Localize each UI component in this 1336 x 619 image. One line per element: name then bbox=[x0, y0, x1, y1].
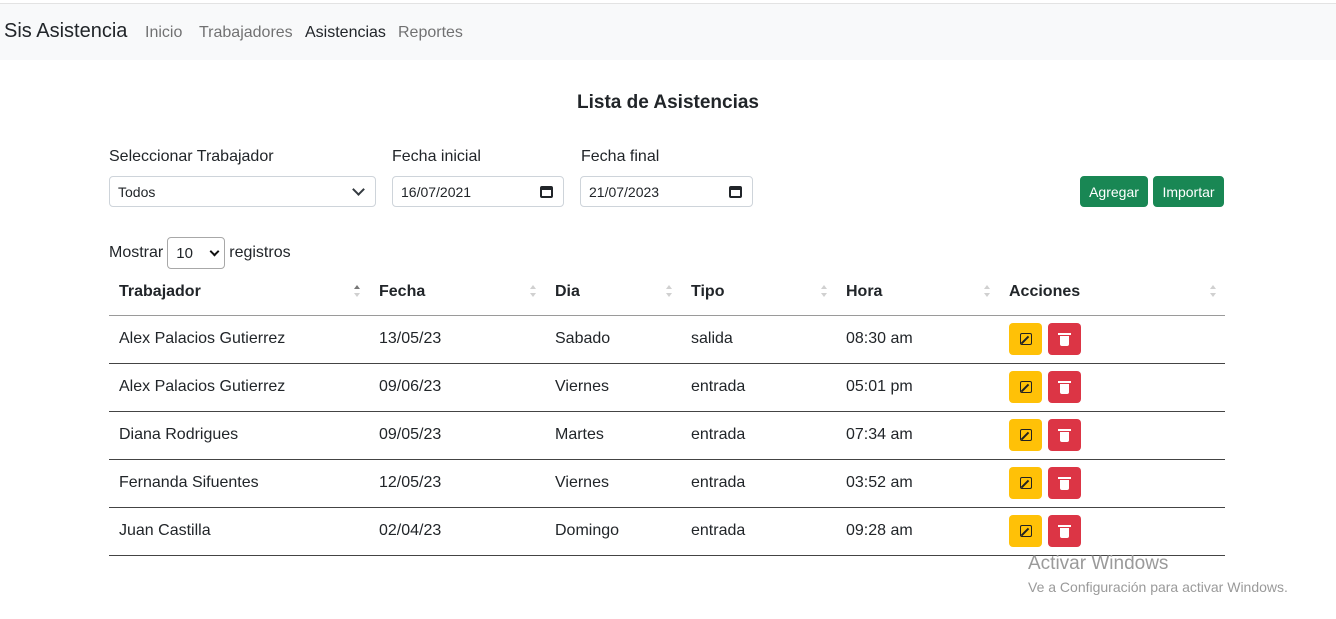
page-length-value: 10 bbox=[176, 244, 193, 262]
cell-tipo: entrada bbox=[681, 411, 836, 460]
page-title: Lista de Asistencias bbox=[577, 92, 759, 113]
cell-fecha: 12/05/23 bbox=[369, 459, 545, 508]
delete-button[interactable] bbox=[1048, 371, 1081, 403]
delete-button[interactable] bbox=[1048, 515, 1081, 547]
start-date-input[interactable]: 16/07/2021 bbox=[392, 176, 564, 207]
sort-icon bbox=[354, 285, 360, 299]
sort-icon bbox=[1210, 285, 1216, 299]
watermark-title: Activar Windows bbox=[1028, 553, 1169, 574]
edit-button[interactable] bbox=[1009, 419, 1042, 451]
cell-dia: Viernes bbox=[545, 363, 681, 412]
end-date-label: Fecha final bbox=[581, 148, 660, 165]
table-row: Juan Castilla 02/04/23 Domingo entrada 0… bbox=[109, 507, 1225, 556]
end-date-value: 21/07/2023 bbox=[589, 183, 660, 200]
nav-link-asistencias[interactable]: Asistencias bbox=[305, 24, 386, 42]
length-menu: Mostrar 10 registros bbox=[109, 237, 291, 269]
delete-button[interactable] bbox=[1048, 323, 1081, 355]
column-header-hora[interactable]: Hora bbox=[836, 270, 999, 316]
cell-dia: Viernes bbox=[545, 459, 681, 508]
edit-icon bbox=[1019, 333, 1032, 345]
nav-link-inicio[interactable]: Inicio bbox=[145, 24, 182, 42]
sort-icon bbox=[984, 285, 990, 299]
start-date-value: 16/07/2021 bbox=[401, 183, 472, 200]
navbar: Sis Asistencia Inicio Trabajadores Asist… bbox=[0, 4, 1336, 60]
column-header-fecha[interactable]: Fecha bbox=[369, 270, 545, 316]
delete-button[interactable] bbox=[1048, 419, 1081, 451]
calendar-icon[interactable] bbox=[540, 185, 553, 198]
edit-icon bbox=[1019, 429, 1032, 441]
chevron-down-icon bbox=[209, 246, 220, 256]
cell-tipo: entrada bbox=[681, 459, 836, 508]
edit-button[interactable] bbox=[1009, 371, 1042, 403]
length-menu-prefix: Mostrar bbox=[109, 244, 164, 261]
length-menu-suffix: registros bbox=[229, 244, 291, 261]
start-date-label: Fecha inicial bbox=[392, 148, 481, 165]
navbar-brand[interactable]: Sis Asistencia bbox=[4, 20, 127, 43]
page-length-select[interactable]: 10 bbox=[167, 237, 226, 269]
column-header-acciones[interactable]: Acciones bbox=[999, 270, 1225, 316]
cell-dia: Martes bbox=[545, 411, 681, 460]
cell-acciones bbox=[999, 507, 1225, 556]
attendance-table: Trabajador Fecha Dia Tipo Hora Acciones … bbox=[109, 270, 1225, 556]
cell-trabajador: Juan Castilla bbox=[109, 507, 369, 556]
cell-acciones bbox=[999, 411, 1225, 460]
cell-hora: 07:34 am bbox=[836, 411, 999, 460]
watermark-subtitle: Ve a Configuración para activar Windows. bbox=[1028, 579, 1288, 595]
worker-select-label: Seleccionar Trabajador bbox=[109, 148, 274, 165]
edit-button[interactable] bbox=[1009, 323, 1042, 355]
cell-dia: Domingo bbox=[545, 507, 681, 556]
column-header-dia[interactable]: Dia bbox=[545, 270, 681, 316]
table-row: Diana Rodrigues 09/05/23 Martes entrada … bbox=[109, 411, 1225, 460]
edit-icon bbox=[1019, 525, 1032, 537]
nav-link-reportes[interactable]: Reportes bbox=[398, 24, 463, 42]
cell-fecha: 09/05/23 bbox=[369, 411, 545, 460]
table-row: Alex Palacios Gutierrez 13/05/23 Sabado … bbox=[109, 315, 1225, 364]
cell-acciones bbox=[999, 363, 1225, 412]
cell-hora: 05:01 pm bbox=[836, 363, 999, 412]
table-row: Fernanda Sifuentes 12/05/23 Viernes entr… bbox=[109, 459, 1225, 508]
cell-acciones bbox=[999, 459, 1225, 508]
edit-button[interactable] bbox=[1009, 467, 1042, 499]
end-date-input[interactable]: 21/07/2023 bbox=[580, 176, 753, 207]
trash-icon bbox=[1058, 476, 1071, 490]
cell-tipo: entrada bbox=[681, 363, 836, 412]
cell-trabajador: Diana Rodrigues bbox=[109, 411, 369, 460]
add-button[interactable]: Agregar bbox=[1080, 176, 1148, 207]
nav-link-trabajadores[interactable]: Trabajadores bbox=[199, 24, 293, 42]
cell-tipo: entrada bbox=[681, 507, 836, 556]
table-row: Alex Palacios Gutierrez 09/06/23 Viernes… bbox=[109, 363, 1225, 412]
cell-acciones bbox=[999, 315, 1225, 364]
trash-icon bbox=[1058, 428, 1071, 442]
cell-dia: Sabado bbox=[545, 315, 681, 364]
chevron-down-icon bbox=[352, 182, 365, 196]
column-header-tipo[interactable]: Tipo bbox=[681, 270, 836, 316]
cell-fecha: 13/05/23 bbox=[369, 315, 545, 364]
sort-icon bbox=[666, 285, 672, 299]
sort-icon bbox=[530, 285, 536, 299]
sort-icon bbox=[821, 285, 827, 299]
edit-button[interactable] bbox=[1009, 515, 1042, 547]
trash-icon bbox=[1058, 332, 1071, 346]
cell-hora: 09:28 am bbox=[836, 507, 999, 556]
worker-select-value: Todos bbox=[118, 183, 156, 200]
edit-icon bbox=[1019, 477, 1032, 489]
cell-trabajador: Fernanda Sifuentes bbox=[109, 459, 369, 508]
calendar-icon[interactable] bbox=[729, 185, 742, 198]
delete-button[interactable] bbox=[1048, 467, 1081, 499]
windows-activation-watermark: Activar Windows Ve a Configuración para … bbox=[1028, 553, 1288, 595]
table-header-row: Trabajador Fecha Dia Tipo Hora Acciones bbox=[109, 270, 1225, 316]
trash-icon bbox=[1058, 524, 1071, 538]
trash-icon bbox=[1058, 380, 1071, 394]
worker-select[interactable]: Todos bbox=[109, 176, 376, 207]
cell-fecha: 02/04/23 bbox=[369, 507, 545, 556]
cell-hora: 08:30 am bbox=[836, 315, 999, 364]
cell-trabajador: Alex Palacios Gutierrez bbox=[109, 363, 369, 412]
cell-fecha: 09/06/23 bbox=[369, 363, 545, 412]
cell-hora: 03:52 am bbox=[836, 459, 999, 508]
import-button[interactable]: Importar bbox=[1153, 176, 1224, 207]
column-header-trabajador[interactable]: Trabajador bbox=[109, 270, 369, 316]
cell-trabajador: Alex Palacios Gutierrez bbox=[109, 315, 369, 364]
edit-icon bbox=[1019, 381, 1032, 393]
cell-tipo: salida bbox=[681, 315, 836, 364]
